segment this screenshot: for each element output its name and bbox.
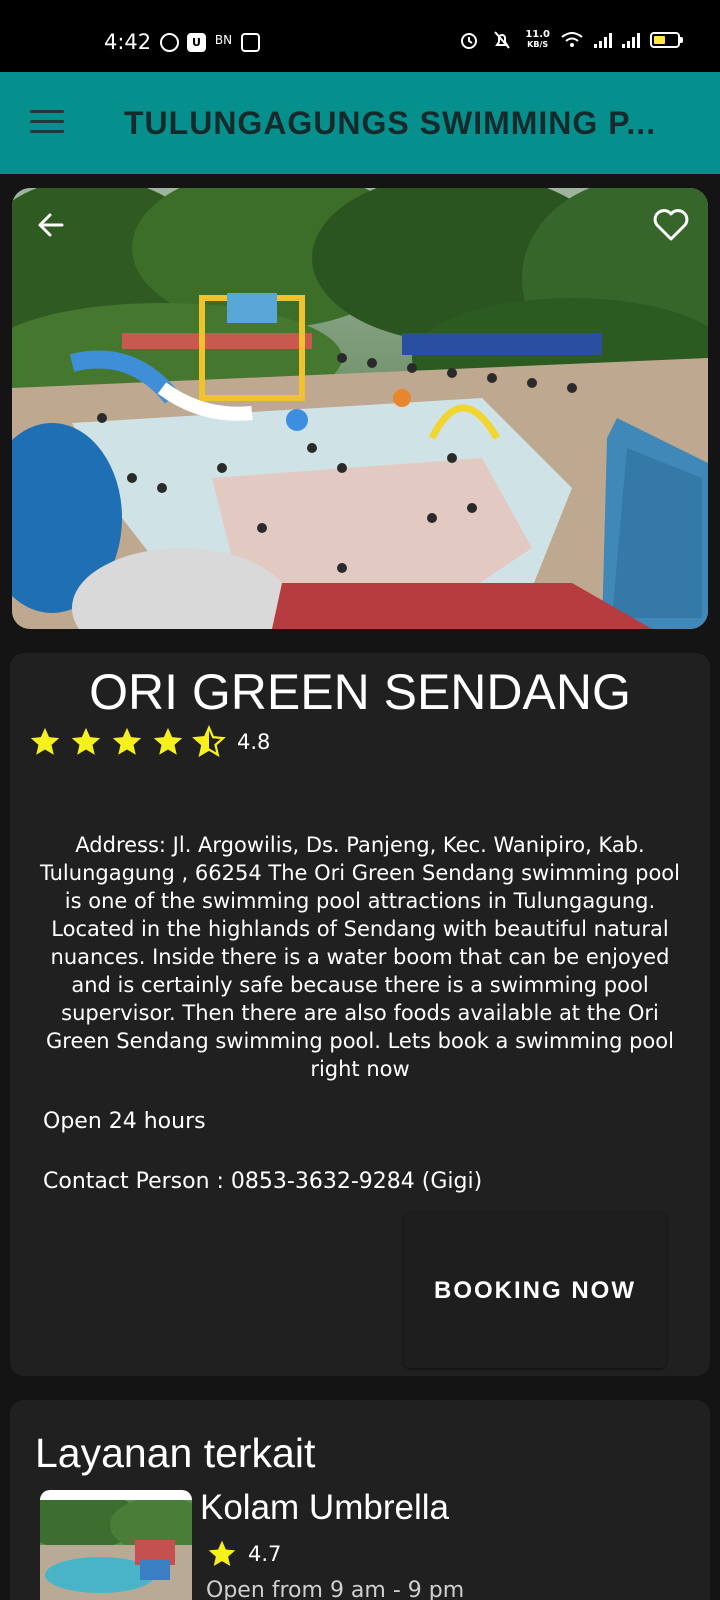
signal-icon — [594, 32, 612, 48]
net-speed: 11.0 KB/S — [525, 29, 550, 50]
instagram-icon — [241, 33, 260, 52]
related-item[interactable]: Kolam Umbrella 4.7 Open from 9 am - 9 pm — [40, 1488, 680, 1600]
rating-stars: 4.8 — [28, 725, 270, 759]
arrow-left-icon[interactable] — [34, 208, 68, 242]
star-filled-icon — [153, 727, 183, 755]
related-hours: Open from 9 am - 9 pm — [206, 1578, 465, 1600]
battery-icon — [650, 32, 683, 48]
contact-person: Contact Person : 0853-3632-9284 (Gigi) — [43, 1169, 483, 1194]
bni-icon: BN — [214, 33, 233, 47]
related-title: Layanan terkait — [35, 1430, 316, 1476]
app-bar: TULUNGAGUNGS SWIMMING P... — [0, 72, 720, 174]
page-title: TULUNGAGUNGS SWIMMING P... — [124, 105, 657, 141]
mute-icon — [494, 31, 511, 49]
related-thumbnail — [40, 1490, 192, 1600]
u-app-icon: U — [187, 33, 206, 52]
related-services-card: Layanan terkait Kolam Umbrella 4.7 Open … — [10, 1400, 710, 1600]
star-filled-icon — [112, 727, 142, 755]
star-half-icon — [192, 725, 226, 758]
star-filled-icon — [30, 727, 60, 755]
waterpark-photo — [12, 188, 708, 629]
star-filled-icon — [71, 727, 101, 755]
signal-icon — [622, 32, 640, 48]
heart-outline-icon[interactable] — [652, 206, 690, 244]
status-bar: 4:42 U BN 11.0 KB/S — [0, 0, 720, 72]
related-rating-value: 4.7 — [248, 1542, 282, 1566]
booking-button[interactable]: BOOKING NOW — [404, 1213, 666, 1368]
related-item-name: Kolam Umbrella — [200, 1488, 449, 1527]
system-icons: 11.0 KB/S — [459, 29, 683, 50]
whatsapp-icon — [160, 33, 179, 52]
related-rating: 4.7 — [206, 1538, 281, 1570]
detail-card: ORI GREEN SENDANG 4.8 Address: Jl. Argow… — [10, 653, 710, 1376]
menu-icon[interactable] — [30, 110, 64, 134]
opening-hours: Open 24 hours — [43, 1109, 206, 1134]
notification-icons: U BN — [160, 33, 260, 52]
status-time: 4:42 — [104, 30, 152, 54]
place-name: ORI GREEN SENDANG — [89, 664, 631, 720]
rating-value: 4.8 — [237, 730, 271, 754]
star-filled-icon — [208, 1540, 236, 1566]
alarm-icon — [461, 33, 478, 49]
wifi-icon — [561, 32, 583, 47]
hero-image — [12, 188, 708, 629]
place-description: Address: Jl. Argowilis, Ds. Panjeng, Kec… — [39, 833, 680, 1081]
